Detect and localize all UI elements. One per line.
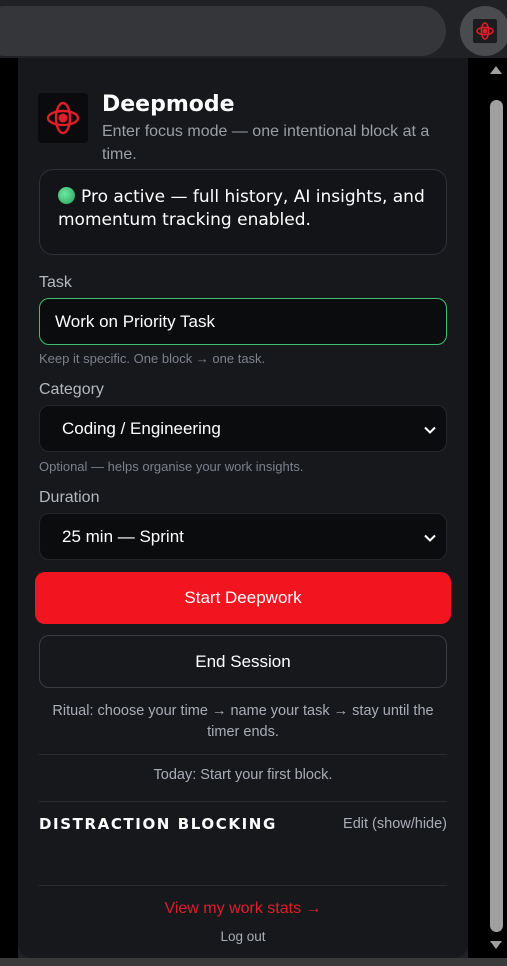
scroll-thumb[interactable] [490,100,503,932]
popup-header: Deepmode Enter focus mode — one intentio… [38,92,448,163]
deepmode-logo-icon [38,93,88,143]
ritual-text: Ritual: choose your time → name your tas… [52,703,434,740]
start-deepwork-button[interactable]: Start Deepwork [35,572,451,624]
chevron-down-icon [424,426,436,434]
pro-status-text: Pro active — full history, AI insights, … [58,186,428,232]
deepmode-extension-icon [473,19,497,43]
end-session-button[interactable]: End Session [39,635,447,688]
extension-button[interactable] [460,6,507,56]
scroll-down-icon[interactable] [490,941,502,949]
popup-scrollbar[interactable] [486,58,507,958]
today-status: Today: Start your first block. [153,767,333,783]
browser-toolbar [0,0,507,58]
category-selected-value: Coding / Engineering [62,418,221,438]
pro-status-label: Pro active — full history, AI insights, … [58,187,425,230]
duration-select[interactable]: 25 min — Sprint [39,513,447,560]
logout-link[interactable]: Log out [39,929,447,944]
chevron-down-icon [424,534,436,542]
divider [39,885,447,886]
duration-label: Duration [39,489,100,506]
distraction-blocking-heading: DISTRACTION BLOCKING [39,815,277,833]
extension-popup: Deepmode Enter focus mode — one intentio… [18,58,468,958]
app-tagline: Enter focus mode — one intentional block… [102,123,430,163]
category-label: Category [39,381,104,398]
view-stats-link[interactable]: View my work stats → [39,900,447,918]
page-background-right [468,58,486,962]
divider [39,754,447,755]
status-dot-icon [58,187,75,204]
category-hint: Optional — helps organise your work insi… [39,459,304,474]
duration-selected-value: 25 min — Sprint [62,526,184,546]
category-select[interactable]: Coding / Engineering [39,405,447,452]
divider [39,801,447,802]
scroll-up-icon[interactable] [490,66,502,74]
page-background-left [0,58,18,962]
address-bar[interactable] [0,6,446,56]
browser-bottom-edge [0,958,507,966]
task-input[interactable] [39,298,447,345]
distraction-edit-toggle[interactable]: Edit (show/hide) [343,816,447,832]
task-hint: Keep it specific. One block → one task. [39,351,266,366]
task-label: Task [39,274,72,291]
pro-status-card: Pro active — full history, AI insights, … [39,169,447,255]
app-title: Deepmode [102,92,235,117]
